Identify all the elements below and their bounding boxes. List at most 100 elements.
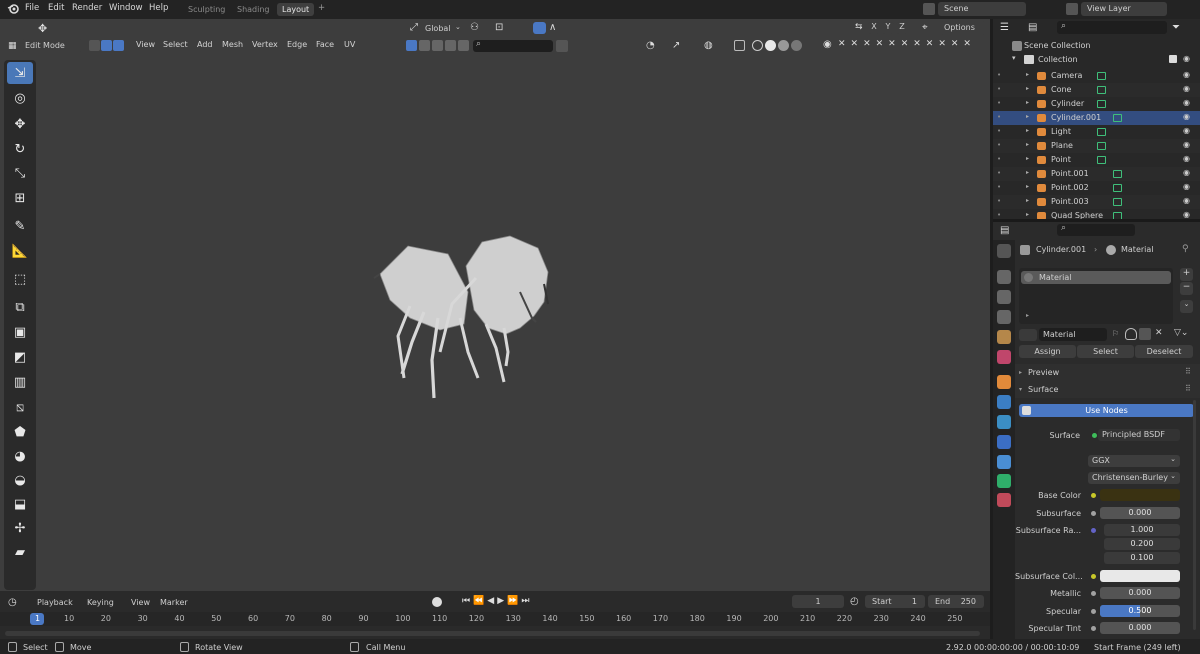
expand-icon[interactable]: ▸ — [1026, 71, 1029, 78]
eye-icon[interactable]: ◉ — [1183, 126, 1190, 135]
preview-collapse-icon[interactable]: ▸ — [1019, 369, 1022, 376]
shading-wireframe-icon[interactable] — [752, 40, 763, 51]
menu-file[interactable]: File — [25, 3, 39, 13]
eye-icon[interactable]: ◉ — [1183, 210, 1190, 219]
edit-mode-dot-icon[interactable]: • — [997, 211, 1001, 219]
rotate-tool-icon[interactable]: ↻ — [7, 138, 33, 160]
physics-tab-icon[interactable] — [997, 435, 1011, 449]
base-color-swatch[interactable] — [1100, 489, 1180, 501]
use-nodes-button[interactable]: Use Nodes — [1019, 404, 1194, 417]
edit-mode-dot-icon[interactable]: • — [997, 71, 1001, 79]
outliner-row[interactable]: • ▸ Point.001 ◉ — [993, 167, 1200, 181]
edit-mode-dot-icon[interactable]: • — [997, 197, 1001, 205]
outliner-row[interactable]: • ▸ Cone ◉ — [993, 83, 1200, 97]
menu-playback[interactable]: Playback — [37, 598, 73, 607]
scale-tool-icon[interactable]: ⤡ — [7, 162, 33, 184]
expand-icon[interactable]: ▸ — [1026, 183, 1029, 190]
properties-scrollbar[interactable] — [1193, 400, 1196, 630]
menu-add[interactable]: Add — [197, 40, 213, 49]
editor-type-icon[interactable]: ▦ — [8, 41, 18, 51]
material-name-field[interactable]: Material — [1039, 328, 1107, 341]
eye-icon[interactable]: ◉ — [1183, 98, 1190, 107]
data-link-icon[interactable] — [1097, 100, 1106, 108]
surface-panel-label[interactable]: Surface — [1028, 385, 1058, 394]
timeline-scrollbar[interactable] — [5, 631, 980, 636]
timeline-editor-type-icon[interactable]: ◷ — [8, 597, 19, 608]
fake-user-icon[interactable]: ⚐ — [1112, 329, 1119, 338]
transform-pivot-icon[interactable]: ✥ — [38, 22, 52, 35]
spin-tool-icon[interactable]: ◕ — [7, 445, 33, 467]
data-link-icon[interactable] — [1097, 142, 1106, 150]
snap-icon[interactable]: ⊡ — [495, 22, 509, 34]
edit-mode-dot-icon[interactable]: • — [997, 127, 1001, 135]
view-layer-icon[interactable] — [1066, 3, 1078, 15]
add-workspace-button[interactable]: + — [318, 3, 325, 13]
breadcrumb-object[interactable]: Cylinder.001 — [1036, 245, 1086, 254]
data-link-icon[interactable] — [1113, 184, 1122, 192]
mirror-icon[interactable]: ⇆ — [855, 22, 865, 34]
breadcrumb-material[interactable]: Material — [1121, 245, 1154, 254]
menu-marker[interactable]: Marker — [160, 598, 188, 607]
mirror-x-button[interactable]: X — [868, 22, 880, 34]
shading-material-icon[interactable] — [778, 40, 789, 51]
current-frame-field[interactable]: 1 — [792, 595, 844, 608]
subsurface-method-dropdown[interactable]: Christensen-Burley ⌄ — [1088, 472, 1180, 484]
data-link-icon[interactable] — [1113, 198, 1122, 206]
expand-icon[interactable]: ▸ — [1026, 141, 1029, 148]
deselect-button[interactable]: Deselect — [1135, 345, 1193, 358]
data-link-icon[interactable] — [1097, 156, 1106, 164]
edit-mode-dot-icon[interactable]: • — [997, 141, 1001, 149]
shrink-fatten-tool-icon[interactable]: ✢ — [7, 517, 33, 539]
eye-icon[interactable]: ◉ — [1183, 182, 1190, 191]
knife-tool-icon[interactable]: ⧅ — [7, 396, 33, 418]
render-tab-icon[interactable] — [997, 270, 1011, 284]
shading-rendered-icon[interactable] — [791, 40, 802, 51]
metallic-field[interactable]: 0.000 — [1100, 587, 1180, 599]
edit-mode-dot-icon[interactable]: • — [997, 99, 1001, 107]
pin-icon[interactable]: ⚲ — [1182, 244, 1189, 254]
outliner-row[interactable]: • ▸ Camera ◉ — [993, 69, 1200, 83]
slot-specials-chevron-down-icon[interactable]: ⌄ — [1180, 300, 1193, 313]
expand-icon[interactable]: ▸ — [1026, 155, 1029, 162]
outliner-filter-icon[interactable]: ⏷ — [1172, 22, 1184, 33]
outliner-row[interactable]: • ▸ Light ◉ — [993, 125, 1200, 139]
data-link-icon[interactable] — [1097, 72, 1106, 80]
collection-expand-icon[interactable]: ▾ — [1012, 54, 1016, 62]
subsurface-radius-y-field[interactable]: 0.200 — [1104, 538, 1180, 550]
menu-window[interactable]: Window — [109, 3, 143, 13]
viewport-search-input[interactable]: ⌕ — [473, 39, 553, 52]
select-subtract-icon[interactable] — [432, 40, 443, 51]
world-tab-icon[interactable] — [997, 350, 1011, 364]
start-frame-field[interactable]: Start 1 — [865, 595, 925, 608]
visibility-selectable-icon[interactable]: ◔ — [646, 40, 660, 52]
outliner-search-input[interactable]: ⌕ — [1057, 21, 1167, 34]
transform-tool-icon[interactable]: ⊞ — [7, 187, 33, 209]
select-intersect-icon[interactable] — [458, 40, 469, 51]
constraints-tab-icon[interactable] — [997, 455, 1011, 469]
expand-icon[interactable]: ▸ — [1026, 197, 1029, 204]
scene-collection-label[interactable]: Scene Collection — [1024, 41, 1091, 50]
distribution-dropdown[interactable]: GGX ⌄ — [1088, 455, 1180, 467]
specular-tint-field[interactable]: 0.000 — [1100, 622, 1180, 634]
spider-mesh-model[interactable] — [370, 232, 560, 407]
annotate-tool-icon[interactable]: ✎ — [7, 215, 33, 237]
subsurface-radius-z-field[interactable]: 0.100 — [1104, 552, 1180, 564]
subsurface-field[interactable]: 0.000 — [1100, 507, 1180, 519]
outliner-row[interactable]: • ▸ Cylinder.001 ◉ — [993, 111, 1200, 125]
view-layer-tab-icon[interactable] — [997, 310, 1011, 324]
menu-mesh[interactable]: Mesh — [222, 40, 243, 49]
outliner-row[interactable]: • ▸ Cylinder ◉ — [993, 97, 1200, 111]
add-slot-button[interactable]: + — [1180, 268, 1193, 281]
expand-icon[interactable]: ▸ — [1026, 211, 1029, 218]
record-icon[interactable] — [432, 597, 442, 607]
expand-icon[interactable]: ▸ — [1026, 127, 1029, 134]
eye-icon[interactable]: ◉ — [1183, 154, 1190, 163]
end-frame-field[interactable]: End 250 — [928, 595, 984, 608]
edit-mode-dot-icon[interactable]: • — [997, 113, 1001, 121]
data-link-icon[interactable] — [1097, 128, 1106, 136]
measure-tool-icon[interactable]: 📐 — [7, 240, 33, 262]
eye-icon[interactable]: ◉ — [1183, 140, 1190, 149]
options-dropdown[interactable]: Options — [940, 21, 986, 35]
poly-build-tool-icon[interactable]: ⬟ — [7, 421, 33, 443]
view-layer-field[interactable]: View Layer — [1081, 2, 1167, 16]
